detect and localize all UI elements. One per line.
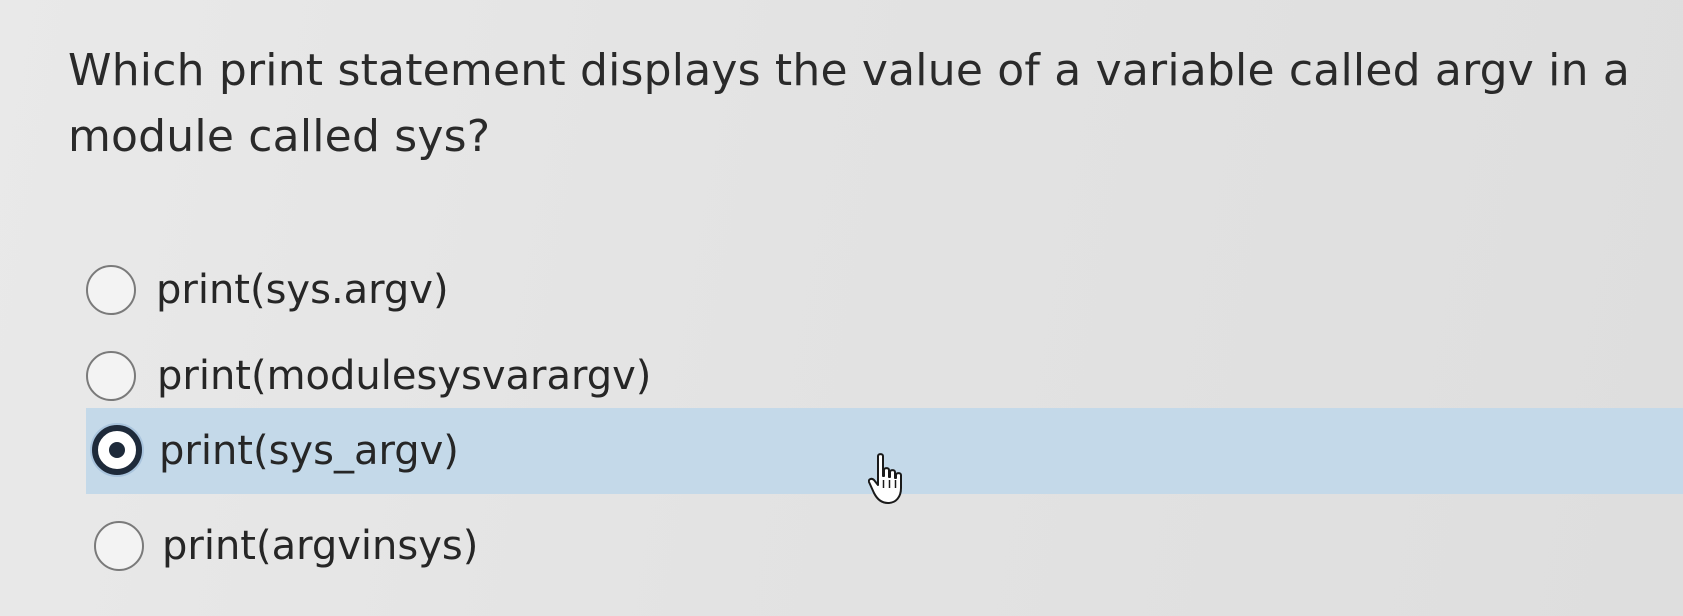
radio-dot-icon xyxy=(109,442,125,458)
option-label: print(sys_argv) xyxy=(159,428,459,474)
radio-button[interactable] xyxy=(86,265,136,315)
option-label: print(argvinsys) xyxy=(162,523,479,569)
radio-button[interactable] xyxy=(86,351,136,401)
option-label: print(modulesysvarargv) xyxy=(157,353,652,399)
option-label: print(sys.argv) xyxy=(156,267,449,313)
radio-button-checked[interactable] xyxy=(92,425,142,475)
radio-button[interactable] xyxy=(94,521,144,571)
question-text: Which print statement displays the value… xyxy=(68,45,1630,162)
hand-pointer-icon xyxy=(868,453,902,504)
